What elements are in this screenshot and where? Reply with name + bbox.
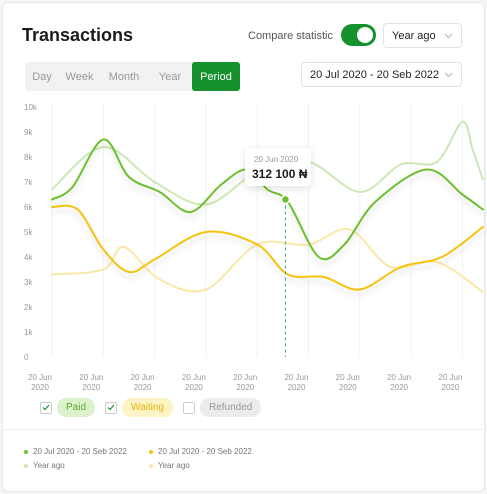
footer-paid-current-label: 20 Jul 2020 - 20 Seb 2022 xyxy=(33,447,127,456)
y-tick-label: 8k xyxy=(24,153,33,162)
footer-waiting-current: 20 Jul 2020 - 20 Seb 2022 xyxy=(149,447,252,456)
chart-legend: Paid Waiting Refunded xyxy=(40,398,271,417)
check-icon xyxy=(107,404,115,411)
y-tick-label: 10k xyxy=(24,103,38,112)
x-tick-label: 20 Jun xyxy=(438,373,462,382)
transactions-chart: 01k2k3k4k5k6k7k8k9k10k20 Jun202020 Jun20… xyxy=(24,103,484,392)
x-tick-label: 2020 xyxy=(339,383,357,392)
legend-waiting[interactable]: Waiting xyxy=(105,398,173,417)
legend-waiting-label: Waiting xyxy=(122,398,173,417)
x-tick-label: 2020 xyxy=(288,383,306,392)
paid-checkbox[interactable] xyxy=(40,401,52,414)
x-tick-label: 2020 xyxy=(31,383,49,392)
y-tick-label: 1k xyxy=(24,328,33,337)
tooltip-value: 312 100 ₦ xyxy=(252,167,308,181)
waiting-dot xyxy=(149,449,153,454)
x-tick-label: 2020 xyxy=(185,383,203,392)
y-tick-label: 6k xyxy=(24,203,33,212)
refunded-checkbox[interactable] xyxy=(183,401,195,414)
x-tick-label: 20 Jun xyxy=(28,373,52,382)
chart-tooltip: 20 Jun 2020 312 100 ₦ xyxy=(245,148,311,186)
tooltip-date: 20 Jun 2020 xyxy=(254,155,299,164)
legend-refunded[interactable]: Refunded xyxy=(183,398,262,417)
legend-refunded-label: Refunded xyxy=(200,398,262,417)
y-tick-label: 0 xyxy=(24,353,29,362)
series-line-waiting xyxy=(51,204,484,291)
footer-paid-previous-label: Year ago xyxy=(33,461,65,470)
x-tick-label: 2020 xyxy=(390,383,408,392)
x-tick-label: 2020 xyxy=(236,383,254,392)
legend-paid-label: Paid xyxy=(57,398,96,417)
x-tick-label: 2020 xyxy=(82,383,100,392)
footer-paid-previous: Year ago xyxy=(24,461,65,470)
footer-divider xyxy=(2,429,485,430)
x-tick-label: 20 Jun xyxy=(79,373,103,382)
waiting-checkbox[interactable] xyxy=(105,401,118,414)
check-icon xyxy=(42,404,50,411)
x-tick-label: 20 Jun xyxy=(131,373,155,382)
legend-paid[interactable]: Paid xyxy=(40,398,96,417)
y-tick-label: 3k xyxy=(24,278,33,287)
x-tick-label: 20 Jun xyxy=(387,373,411,382)
paid-dot xyxy=(24,449,28,454)
waiting-prev-dot xyxy=(149,463,153,468)
x-tick-label: 2020 xyxy=(134,383,152,392)
y-tick-label: 5k xyxy=(24,228,33,237)
paid-prev-dot xyxy=(24,463,28,468)
footer-waiting-current-label: 20 Jul 2020 - 20 Seb 2022 xyxy=(158,447,252,456)
x-tick-label: 20 Jun xyxy=(233,373,257,382)
y-tick-label: 9k xyxy=(24,128,33,137)
series-line-waiting-prev xyxy=(51,227,484,293)
y-tick-label: 4k xyxy=(24,253,33,262)
y-tick-label: 7k xyxy=(24,178,33,187)
highlight-point xyxy=(280,194,291,205)
footer-paid-current: 20 Jul 2020 - 20 Seb 2022 xyxy=(24,447,127,456)
x-tick-label: 20 Jun xyxy=(284,373,308,382)
x-tick-label: 2020 xyxy=(442,383,460,392)
x-tick-label: 20 Jun xyxy=(182,373,206,382)
footer-waiting-previous-label: Year ago xyxy=(158,461,190,470)
x-tick-label: 20 Jun xyxy=(336,373,360,382)
footer-waiting-previous: Year ago xyxy=(149,461,190,470)
y-tick-label: 2k xyxy=(24,303,33,312)
